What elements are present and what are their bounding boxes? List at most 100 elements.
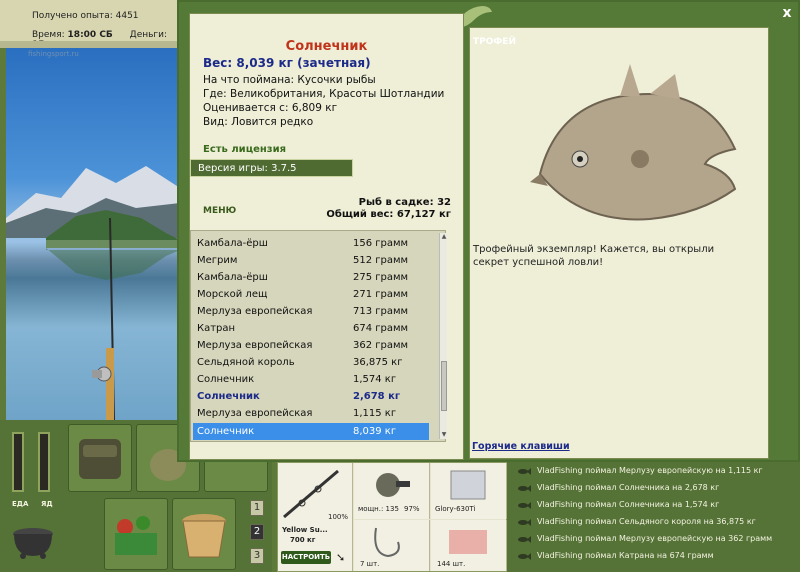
fish-entry-name: Морской лещ (197, 289, 268, 300)
list-item[interactable]: Камбала-ёрш 156 грамм (193, 235, 429, 252)
scroll-down-icon[interactable]: ▼ (440, 431, 448, 439)
page-button-3[interactable]: 3 (250, 548, 264, 564)
fish-entry-weight: 8,039 кг (353, 426, 397, 437)
reel-power: мощн.: 135 (358, 505, 399, 513)
food-gauge (12, 432, 24, 492)
version-bar: Версия игры: 3.7.5 (190, 159, 353, 177)
fish-entry-name: Сельдяной король (197, 357, 295, 368)
vegetable-basket-icon (115, 516, 157, 555)
reel-slot[interactable]: мощн.: 135 97% (354, 463, 430, 519)
keepnet-weight: Общий вес: 67,127 кг (326, 209, 451, 220)
fish-entry-name: Солнечник (197, 391, 260, 402)
time-value: 18:00 СБ (67, 30, 113, 40)
list-item[interactable]: Солнечник 1,574 кг (193, 371, 429, 388)
fish-icon (518, 502, 531, 509)
lure-name: Glory-630Ti (435, 505, 476, 513)
trophy-heading: ТРОФЕЙ (473, 37, 516, 47)
hook-icon (374, 527, 400, 558)
scroll-up-icon[interactable]: ▲ (440, 233, 448, 241)
list-item[interactable]: Мерлуза европейская 1,115 кг (193, 405, 429, 422)
fish-entry-name: Солнечник (197, 426, 255, 437)
fish-entry-weight: 36,875 кг (353, 357, 403, 368)
poison-gauge (38, 432, 50, 492)
log-line: VladFishing поймал Сельдяного короля на … (537, 517, 756, 526)
fish-entry-weight: 713 грамм (353, 306, 409, 317)
log-line: VladFishing поймал Солнечника на 2,678 к… (537, 483, 720, 492)
catch-log: VladFishing поймал Мерлузу европейскую н… (507, 460, 800, 572)
log-line: VladFishing поймал Солнечника на 1,574 к… (537, 500, 720, 509)
page-button-2[interactable]: 2 (250, 524, 264, 540)
rod-line-slot[interactable]: 100% Yellow Su... 700 кг НАСТРОИТЬ ➘ (278, 463, 353, 571)
close-button[interactable]: x (779, 5, 795, 21)
log-line: VladFishing поймал Катрана на 674 грамм (537, 551, 714, 560)
list-item[interactable]: Морской лещ 271 грамм (193, 286, 429, 303)
backpack-slot[interactable] (68, 424, 132, 492)
kind-info: Вид: Ловится редко (203, 116, 314, 128)
list-item[interactable]: Мерлуза европейская 713 грамм (193, 303, 429, 320)
cauldron-icon[interactable] (8, 516, 58, 560)
fish-icon (518, 485, 531, 492)
line-name: Yellow Su... (282, 526, 328, 534)
fish-entry-weight: 674 грамм (353, 323, 409, 334)
fish-entry-weight: 1,115 кг (353, 408, 397, 419)
bucket-slot[interactable] (172, 498, 236, 570)
line-percent: 100% (328, 513, 349, 521)
arrow-icon[interactable]: ➘ (336, 551, 345, 564)
food-basket-slot[interactable] (104, 498, 168, 570)
line-strength: 700 кг (290, 536, 316, 544)
fish-entry-name: Камбала-ёрш (197, 238, 268, 249)
list-item[interactable]: Мегрим 512 грамм (193, 252, 429, 269)
keepnet-list[interactable]: Камбала-ёрш 156 грамм Мегрим 512 грамм Кам… (190, 230, 447, 442)
fishing-scene[interactable]: fishingsport.ru (6, 48, 180, 420)
list-item[interactable]: Камбала-ёрш 275 грамм (193, 269, 429, 286)
fish-entry-weight: 1,574 кг (353, 374, 397, 385)
fish-icon (518, 536, 531, 543)
list-item[interactable]: Сельдяной король 36,875 кг (193, 354, 429, 371)
backpack-icon (79, 439, 121, 479)
bait-info: На что поймана: Кусочки рыбы (203, 74, 376, 86)
menu-button[interactable]: МЕНЮ (203, 206, 236, 216)
fish-bait-icon (449, 530, 487, 554)
licence-status: Есть лицензия (203, 144, 287, 155)
time-label: Время: (32, 30, 65, 40)
lure-slot[interactable]: Glory-630Ti (431, 463, 507, 519)
experience-readout: Получено опыта: 4451 (32, 11, 139, 21)
list-item[interactable]: Катран 674 грамм (193, 320, 429, 337)
reel-percent: 97% (404, 505, 420, 513)
hook-slot[interactable]: 7 шт. (354, 520, 430, 571)
hooks-count: 7 шт. (360, 560, 380, 568)
scroll-thumb[interactable] (441, 361, 447, 411)
page-button-1[interactable]: 1 (250, 500, 264, 516)
lure-box-icon (450, 470, 486, 500)
food-gauge-label: ЕДА (12, 500, 29, 508)
fish-entry-name: Солнечник (197, 374, 255, 385)
fish-icon (518, 553, 531, 560)
fish-entry-name: Катран (197, 323, 236, 334)
bucket-icon (182, 514, 226, 558)
list-item-selected[interactable]: Солнечник 8,039 кг (193, 423, 429, 440)
status-underbar (0, 41, 180, 48)
list-item[interactable]: Мерлуза европейская 362 грамм (193, 337, 429, 354)
fish-entry-weight: 2,678 кг (353, 391, 401, 402)
status-bar: Получено опыта: 4451 Время: 18:00 СБ Ден… (0, 0, 180, 50)
trophy-message: Трофейный экземпляр! Кажется, вы открыли… (473, 244, 715, 268)
money-label: Деньги: (129, 30, 168, 40)
reel-icon (376, 473, 410, 497)
fish-weight: Вес: 8,039 кг (зачетная) (203, 56, 371, 70)
list-item[interactable]: Солнечник 2,678 кг (193, 388, 429, 405)
bait-slot[interactable]: 144 шт. (431, 520, 507, 571)
fish-entry-weight: 362 грамм (353, 340, 409, 351)
john-dory-fish-image (530, 64, 737, 221)
fish-entry-weight: 271 грамм (353, 289, 409, 300)
tune-button[interactable]: НАСТРОИТЬ (281, 551, 331, 564)
fish-entry-name: Камбала-ёрш (197, 272, 268, 283)
rated-info: Оценивается с: 6,809 кг (203, 102, 338, 114)
hotkeys-link[interactable]: Горячие клавиши (472, 441, 570, 452)
tackle-panel: 100% Yellow Su... 700 кг НАСТРОИТЬ ➘ мощ… (277, 462, 507, 572)
bait-count: 144 шт. (437, 560, 466, 568)
list-scrollbar[interactable]: ▲ ▼ (439, 233, 447, 439)
fish-entry-name: Мерлуза европейская (197, 340, 313, 351)
keepnet-count: Рыб в садке: 32 (358, 197, 451, 208)
poison-gauge-label: ЯД (41, 500, 53, 508)
experience-value: 4451 (115, 11, 139, 21)
